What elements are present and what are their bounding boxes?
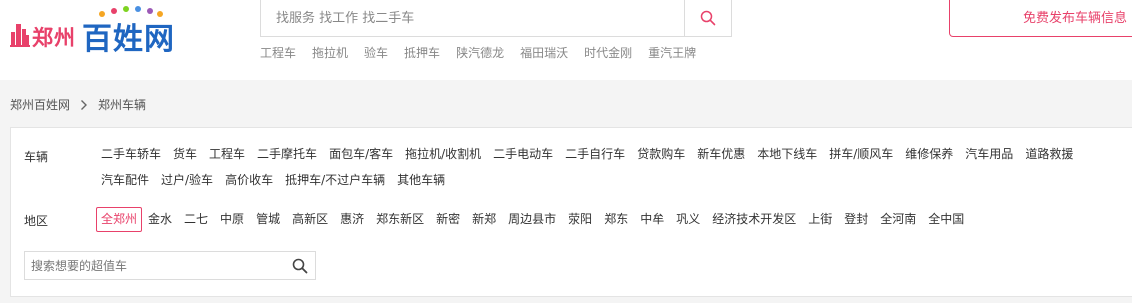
category-filter-item[interactable]: 新车优惠 bbox=[697, 146, 745, 163]
breadcrumb-current[interactable]: 郑州车辆 bbox=[98, 96, 146, 113]
header: 郑州 百姓网 工程车 拖拉机 验车 抵押车 陕汽德龙 福田瑞沃 时代金刚 重汽王… bbox=[0, 0, 1132, 80]
category-filter-item[interactable]: 二手摩托车 bbox=[257, 146, 317, 163]
area-filter-item[interactable]: 荥阳 bbox=[568, 211, 592, 228]
city-skyline-icon bbox=[10, 24, 30, 47]
keyword-search-input[interactable] bbox=[25, 252, 285, 279]
site-search bbox=[260, 0, 732, 37]
area-filter-item[interactable]: 登封 bbox=[844, 211, 868, 228]
area-filter-item[interactable]: 郑东新区 bbox=[376, 211, 424, 228]
category-filter-item[interactable]: 面包车/客车 bbox=[329, 146, 393, 163]
chevron-right-icon bbox=[80, 99, 88, 111]
hot-link[interactable]: 工程车 bbox=[260, 44, 296, 61]
category-filter-item[interactable]: 汽车配件 bbox=[101, 172, 149, 189]
hot-link[interactable]: 陕汽德龙 bbox=[456, 44, 504, 61]
category-filter-item[interactable]: 二手自行车 bbox=[565, 146, 625, 163]
site-logo[interactable]: 郑州 百姓网 bbox=[10, 4, 182, 57]
search-icon bbox=[292, 258, 308, 274]
area-filter-item[interactable]: 中原 bbox=[220, 211, 244, 228]
hot-link[interactable]: 福田瑞沃 bbox=[520, 44, 568, 61]
category-filter-item[interactable]: 本地下线车 bbox=[757, 146, 817, 163]
hot-link[interactable]: 重汽王牌 bbox=[648, 44, 696, 61]
hot-link[interactable]: 抵押车 bbox=[404, 44, 440, 61]
hot-search-links: 工程车 拖拉机 验车 抵押车 陕汽德龙 福田瑞沃 时代金刚 重汽王牌 bbox=[260, 44, 712, 61]
category-filter-item[interactable]: 维修保养 bbox=[905, 146, 953, 163]
category-filter-item[interactable]: 贷款购车 bbox=[637, 146, 685, 163]
area-filter-item[interactable]: 二七 bbox=[184, 211, 208, 228]
hot-link[interactable]: 验车 bbox=[364, 44, 388, 61]
category-filter-item[interactable]: 其他车辆 bbox=[397, 172, 445, 189]
area-filter-item-selected[interactable]: 全郑州 bbox=[96, 207, 143, 232]
category-filter-list: 二手车轿车 货车 工程车 二手摩托车 面包车/客车 拖拉机/收割机 二手电动车 … bbox=[101, 146, 1121, 189]
search-button[interactable] bbox=[684, 0, 731, 36]
category-filter-item[interactable]: 二手电动车 bbox=[493, 146, 553, 163]
search-input[interactable] bbox=[261, 0, 685, 36]
keyword-search-button[interactable] bbox=[289, 256, 311, 276]
area-filter-item[interactable]: 新郑 bbox=[472, 211, 496, 228]
logo-brand-text: 百姓网 bbox=[82, 22, 175, 57]
category-filter-item[interactable]: 高价收车 bbox=[225, 172, 273, 189]
hot-link[interactable]: 拖拉机 bbox=[312, 44, 348, 61]
category-filter-item[interactable]: 道路救援 bbox=[1025, 146, 1073, 163]
filter-panel: 车辆 二手车轿车 货车 工程车 二手摩托车 面包车/客车 拖拉机/收割机 二手电… bbox=[10, 127, 1132, 297]
area-filter-item[interactable]: 管城 bbox=[256, 211, 280, 228]
category-filter-item[interactable]: 工程车 bbox=[209, 146, 245, 163]
category-filter-item[interactable]: 拼车/顺风车 bbox=[829, 146, 893, 163]
category-filter-item[interactable]: 拖拉机/收割机 bbox=[405, 146, 481, 163]
keyword-search bbox=[24, 251, 316, 280]
area-filter-item[interactable]: 中牟 bbox=[640, 211, 664, 228]
breadcrumb: 郑州百姓网 郑州车辆 bbox=[10, 96, 146, 113]
category-label: 车辆 bbox=[24, 150, 49, 164]
category-filter-item[interactable]: 货车 bbox=[173, 146, 197, 163]
area-label: 地区 bbox=[24, 214, 49, 228]
area-filter-item[interactable]: 新密 bbox=[436, 211, 460, 228]
hot-link[interactable]: 时代金刚 bbox=[584, 44, 632, 61]
logo-city-text: 郑州 bbox=[32, 26, 76, 50]
breadcrumb-home[interactable]: 郑州百姓网 bbox=[10, 96, 70, 113]
post-listing-button[interactable]: 免费发布车辆信息 bbox=[949, 0, 1132, 37]
category-filter-item[interactable]: 汽车用品 bbox=[965, 146, 1013, 163]
area-filter-item[interactable]: 周边县市 bbox=[508, 211, 556, 228]
area-filter-item[interactable]: 高新区 bbox=[292, 211, 328, 228]
category-filter-item[interactable]: 二手车轿车 bbox=[101, 146, 161, 163]
area-filter-list: 全郑州 金水 二七 中原 管城 高新区 惠济 郑东新区 新密 新郑 周边县市 荥… bbox=[96, 207, 976, 232]
category-filter-item[interactable]: 抵押车/不过户车辆 bbox=[285, 172, 385, 189]
area-filter-item[interactable]: 全中国 bbox=[928, 211, 964, 228]
area-filter-item[interactable]: 全河南 bbox=[880, 211, 916, 228]
area-filter-item[interactable]: 郑东 bbox=[604, 211, 628, 228]
search-icon bbox=[700, 10, 716, 26]
category-filter-item[interactable]: 过户/验车 bbox=[161, 172, 213, 189]
area-filter-item[interactable]: 巩义 bbox=[676, 211, 700, 228]
area-filter-item[interactable]: 金水 bbox=[148, 211, 172, 228]
area-filter-item[interactable]: 上街 bbox=[808, 211, 832, 228]
area-filter-item[interactable]: 惠济 bbox=[340, 211, 364, 228]
area-filter-item[interactable]: 经济技术开发区 bbox=[712, 211, 796, 228]
